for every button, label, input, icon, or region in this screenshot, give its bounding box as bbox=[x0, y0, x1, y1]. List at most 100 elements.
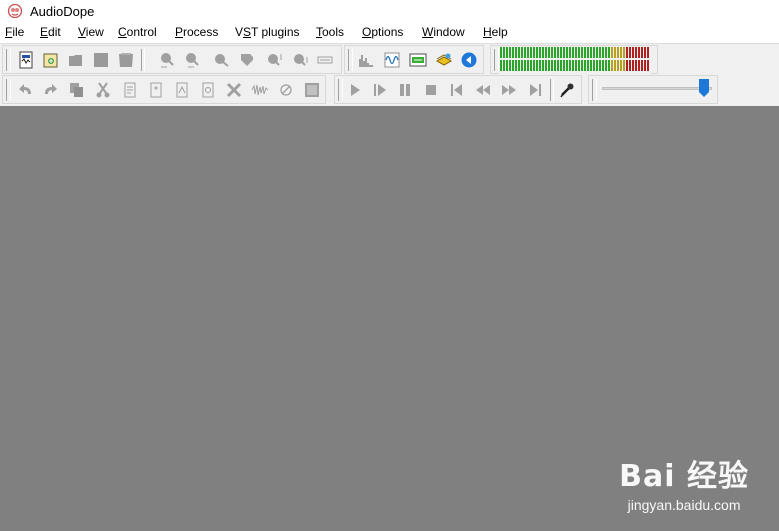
meter-segment bbox=[620, 60, 622, 71]
meter-segment bbox=[557, 47, 559, 58]
zoom-in-button[interactable] bbox=[210, 50, 232, 70]
undo-button[interactable] bbox=[14, 80, 36, 100]
meter-segment bbox=[569, 60, 571, 71]
meter-segment bbox=[533, 60, 535, 71]
watermark: Bai 经验 jingyan.baidu.com bbox=[619, 451, 749, 513]
meter-segment bbox=[548, 47, 550, 58]
menu-options[interactable]: Options bbox=[362, 25, 403, 39]
redo-icon bbox=[45, 84, 57, 94]
cut-button[interactable] bbox=[92, 80, 114, 100]
toolbar-grip[interactable] bbox=[592, 79, 597, 101]
select-all-icon bbox=[305, 83, 319, 97]
zoom-out-button[interactable] bbox=[236, 50, 258, 70]
menu-control[interactable]: Control bbox=[118, 25, 157, 39]
menu-window[interactable]: Window bbox=[422, 25, 465, 39]
meter-segment bbox=[536, 47, 538, 58]
meter-segment bbox=[587, 47, 589, 58]
stop-button[interactable] bbox=[420, 80, 442, 100]
save-button[interactable] bbox=[90, 50, 112, 70]
open-folder-button[interactable] bbox=[65, 50, 87, 70]
meter-segment bbox=[518, 47, 520, 58]
menu-vst-plugins[interactable]: VST plugins bbox=[235, 25, 300, 39]
play-selection-button[interactable] bbox=[369, 80, 391, 100]
toolbar-grip[interactable] bbox=[6, 79, 11, 101]
vst-plugin-button[interactable] bbox=[407, 50, 429, 70]
menu-process[interactable]: Process bbox=[175, 25, 218, 39]
select-all-button[interactable] bbox=[301, 80, 323, 100]
record-button[interactable] bbox=[556, 80, 578, 100]
go-to-end-button[interactable] bbox=[524, 80, 546, 100]
zoom-out-vertical-icon bbox=[294, 54, 308, 66]
meter-segment bbox=[581, 60, 583, 71]
waveform-button[interactable] bbox=[381, 50, 403, 70]
batch-process-button[interactable] bbox=[433, 50, 455, 70]
open-file-button[interactable] bbox=[40, 50, 62, 70]
paste-special-button[interactable] bbox=[197, 80, 219, 100]
meter-segment bbox=[575, 47, 577, 58]
meter-segment bbox=[596, 47, 598, 58]
meter-segment bbox=[530, 60, 532, 71]
fit-width-button[interactable] bbox=[314, 50, 336, 70]
meter-segment bbox=[566, 47, 568, 58]
rewind-button[interactable] bbox=[472, 80, 494, 100]
play-button[interactable] bbox=[344, 80, 366, 100]
meter-segment bbox=[629, 47, 631, 58]
menu-file[interactable]: File bbox=[5, 25, 24, 39]
transport-toolbar bbox=[334, 75, 582, 104]
delete-button[interactable] bbox=[223, 80, 245, 100]
volume-slider-track[interactable] bbox=[602, 87, 712, 90]
meter-segment bbox=[644, 60, 646, 71]
new-file-icon bbox=[19, 51, 33, 69]
meter-segment bbox=[617, 60, 619, 71]
redo-button[interactable] bbox=[40, 80, 62, 100]
toolbar-grip[interactable] bbox=[338, 79, 343, 101]
menu-help[interactable]: Help bbox=[483, 25, 508, 39]
meter-segment bbox=[539, 47, 541, 58]
menu-edit[interactable]: Edit bbox=[40, 25, 61, 39]
fast-forward-button[interactable] bbox=[498, 80, 520, 100]
meter-segment bbox=[599, 47, 601, 58]
spectrum-button[interactable] bbox=[355, 50, 377, 70]
paste-button[interactable] bbox=[119, 80, 141, 100]
zoom-out-horizontal-button[interactable] bbox=[181, 50, 203, 70]
meter-segment bbox=[602, 60, 604, 71]
zoom-in-vertical-button[interactable] bbox=[263, 50, 285, 70]
meter-segment bbox=[611, 60, 613, 71]
meter-segment bbox=[527, 60, 529, 71]
go-to-start-button[interactable] bbox=[446, 80, 468, 100]
meter-segment bbox=[524, 47, 526, 58]
meter-segment bbox=[626, 47, 628, 58]
meter-segment bbox=[554, 60, 556, 71]
pause-button[interactable] bbox=[394, 80, 416, 100]
pause-icon bbox=[400, 84, 410, 96]
menu-view[interactable]: View bbox=[78, 25, 104, 39]
meter-segment bbox=[551, 47, 553, 58]
meter-segment bbox=[635, 47, 637, 58]
menu-tools[interactable]: Tools bbox=[316, 25, 344, 39]
back-button[interactable] bbox=[458, 50, 480, 70]
silence-button[interactable] bbox=[275, 80, 297, 100]
toolbar-separator bbox=[141, 49, 145, 71]
paste-new-button[interactable] bbox=[145, 80, 167, 100]
meter-segment bbox=[578, 47, 580, 58]
copy-button[interactable] bbox=[66, 80, 88, 100]
meter-segment bbox=[527, 47, 529, 58]
trim-button[interactable] bbox=[249, 80, 271, 100]
volume-slider-thumb[interactable] bbox=[699, 79, 710, 97]
mix-paste-button[interactable] bbox=[171, 80, 193, 100]
meter-segment bbox=[614, 60, 616, 71]
new-file-button[interactable] bbox=[15, 50, 37, 70]
toolbar-grip[interactable] bbox=[348, 49, 353, 71]
meter-segment bbox=[575, 60, 577, 71]
meter-segment bbox=[506, 60, 508, 71]
save-as-button[interactable] bbox=[115, 50, 137, 70]
fit-width-icon bbox=[317, 56, 333, 64]
mix-paste-icon bbox=[176, 82, 188, 98]
meter-segment bbox=[602, 47, 604, 58]
vst-plugin-icon bbox=[409, 53, 427, 67]
meter-segment bbox=[512, 60, 514, 71]
toolbar-grip[interactable] bbox=[6, 49, 11, 71]
zoom-out-vertical-button[interactable] bbox=[289, 50, 311, 70]
zoom-in-horizontal-button[interactable] bbox=[156, 50, 178, 70]
meter-segment bbox=[542, 60, 544, 71]
